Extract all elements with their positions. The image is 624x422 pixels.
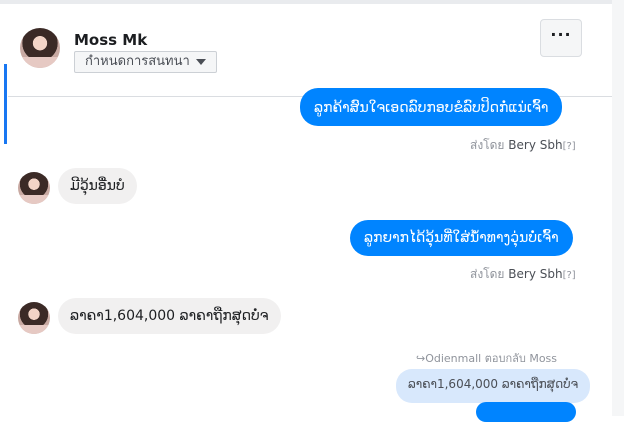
sent-by-prefix: ส่งโดย bbox=[470, 138, 505, 152]
more-options-button[interactable]: ··· bbox=[540, 19, 582, 57]
scrollbar[interactable] bbox=[612, 0, 624, 416]
contact-avatar-small[interactable] bbox=[18, 172, 50, 204]
active-indicator bbox=[4, 64, 7, 144]
message-bubble-incoming[interactable]: ມີວຸ້ນອື່ນບໍ bbox=[58, 168, 137, 204]
conversation-header: Moss Mk กำหนดการสนทนา ··· bbox=[8, 4, 612, 97]
message-bubble-outgoing-partial[interactable] bbox=[476, 402, 576, 422]
assign-conversation-button[interactable]: กำหนดการสนทนา bbox=[74, 51, 217, 73]
sent-by-label: ส่งโดย Bery Sbh[?] bbox=[470, 265, 576, 284]
contact-avatar[interactable] bbox=[20, 28, 60, 68]
sent-by-prefix: ส่งโดย bbox=[470, 267, 505, 281]
help-link[interactable]: [?] bbox=[563, 270, 576, 281]
sent-by-name[interactable]: Bery Sbh bbox=[508, 267, 562, 281]
sent-by-label: ส่งโดย Bery Sbh[?] bbox=[470, 136, 576, 155]
message-bubble-incoming[interactable]: ລາຄາ1,604,000 ລາຄາຖືກສຸດບໍ່ຈ bbox=[58, 298, 281, 334]
contact-name[interactable]: Moss Mk bbox=[74, 31, 147, 49]
assign-conversation-label: กำหนดการสนทนา bbox=[85, 54, 190, 69]
message-bubble-outgoing[interactable]: ລູກຍາກໄດ້ວຸ້ນທີ່ໃສ່ນ້ຳທາງວຸ່ນບໍ່ເຈົ້າ bbox=[350, 220, 573, 256]
contact-avatar-small[interactable] bbox=[18, 302, 50, 334]
reply-meta: ↪Odienmall ตอบกลับ Moss bbox=[416, 352, 558, 365]
caret-down-icon bbox=[195, 59, 206, 65]
reply-quoted-message[interactable]: ລາຄາ1,604,000 ລາຄາຖືກສຸດບໍ່ຈ bbox=[396, 369, 591, 403]
message-bubble-outgoing[interactable]: ລູກຄ້າສົນໃຈເອດລົບກອບຂໍລົບປິດກໍ່ແນ່ເຈົ້າ bbox=[300, 88, 563, 126]
sent-by-name[interactable]: Bery Sbh bbox=[508, 138, 562, 152]
help-link[interactable]: [?] bbox=[563, 141, 576, 152]
